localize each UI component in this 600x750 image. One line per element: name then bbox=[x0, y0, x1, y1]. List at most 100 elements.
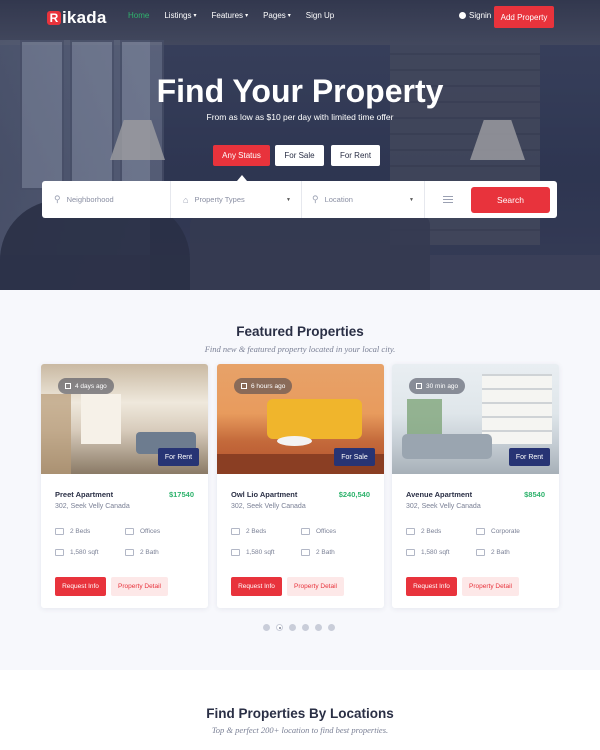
property-card[interactable]: 4 days ago For Rent Preet Apartment $175… bbox=[41, 364, 208, 608]
status-badge: For Rent bbox=[158, 448, 199, 466]
nav-item-signup[interactable]: Sign Up bbox=[306, 11, 334, 20]
bath-icon bbox=[301, 549, 310, 556]
signin-label: Signin bbox=[469, 11, 492, 20]
carousel-dot[interactable] bbox=[315, 624, 322, 631]
carousel-dot[interactable] bbox=[289, 624, 296, 631]
filter-button[interactable] bbox=[425, 181, 470, 218]
area-icon bbox=[231, 549, 240, 556]
feature-text: 1,580 sqft bbox=[246, 549, 275, 556]
signin-link[interactable]: Signin bbox=[459, 11, 491, 20]
feature-type: Offices bbox=[301, 528, 336, 535]
feature-area: 1,580 sqft bbox=[231, 549, 275, 556]
feature-text: Offices bbox=[140, 528, 161, 535]
chevron-down-icon: ▼ bbox=[409, 196, 414, 203]
property-card[interactable]: 6 hours ago For Sale Owl Lio Apartment $… bbox=[217, 364, 384, 608]
image-shelves bbox=[482, 374, 552, 444]
property-card[interactable]: 30 min ago For Rent Avenue Apartment $85… bbox=[392, 364, 559, 608]
feature-text: 2 Bath bbox=[316, 549, 335, 556]
bed-icon bbox=[55, 528, 64, 535]
property-image[interactable]: 6 hours ago For Sale bbox=[217, 364, 384, 474]
nav-item-home[interactable]: Home bbox=[128, 11, 149, 20]
chevron-down-icon: ▾ bbox=[245, 13, 249, 19]
bed-icon bbox=[231, 528, 240, 535]
tab-for-rent[interactable]: For Rent bbox=[331, 145, 380, 166]
hero-title: Find Your Property bbox=[156, 73, 444, 109]
office-icon bbox=[125, 528, 134, 535]
nav-item-features[interactable]: Features ▾ bbox=[211, 11, 248, 20]
carousel-pagination bbox=[263, 624, 341, 631]
filter-icon bbox=[442, 194, 453, 205]
property-types-select[interactable]: ⌂ Property Types ▼ bbox=[171, 181, 302, 218]
top-nav: R ikada Home Listings ▾ Features ▾ Pages ▾ … bbox=[0, 0, 600, 34]
feature-text: Offices bbox=[316, 528, 337, 535]
request-info-button[interactable]: Request Info bbox=[231, 577, 282, 596]
carousel-dot-active[interactable] bbox=[276, 624, 283, 631]
feature-type: Offices bbox=[125, 528, 160, 535]
request-info-button[interactable]: Request Info bbox=[406, 577, 457, 596]
feature-bath: 2 Bath bbox=[301, 549, 335, 556]
image-window bbox=[407, 399, 442, 439]
property-image[interactable]: 30 min ago For Rent bbox=[392, 364, 559, 474]
featured-subtitle: Find new & featured property located in … bbox=[204, 344, 396, 354]
search-button[interactable]: Search bbox=[471, 187, 550, 213]
nav-label: Home bbox=[128, 11, 150, 20]
neighborhood-input[interactable]: ⚲ Neighborhood bbox=[42, 181, 171, 218]
property-name[interactable]: Owl Lio Apartment bbox=[231, 490, 297, 499]
feature-text: 2 Bath bbox=[491, 549, 510, 556]
nav-menu: Home Listings ▾ Features ▾ Pages ▾ Sign Up bbox=[128, 11, 349, 20]
feature-bath: 2 Bath bbox=[125, 549, 159, 556]
bath-icon bbox=[125, 549, 134, 556]
chevron-down-icon: ▼ bbox=[286, 196, 291, 203]
property-detail-button[interactable]: Property Detail bbox=[111, 577, 168, 596]
location-select[interactable]: ⚲ Location ▼ bbox=[302, 181, 425, 218]
nav-label: Sign Up bbox=[305, 11, 335, 20]
chevron-down-icon: ▾ bbox=[287, 13, 291, 19]
carousel-dot[interactable] bbox=[328, 624, 335, 631]
property-detail-button[interactable]: Property Detail bbox=[287, 577, 344, 596]
bed-icon bbox=[406, 528, 415, 535]
request-info-button[interactable]: Request Info bbox=[55, 577, 106, 596]
feature-text: 2 Beds bbox=[246, 528, 267, 535]
logo-text: ikada bbox=[62, 8, 107, 27]
locations-subtitle: Top & perfect 200+ location to find best… bbox=[211, 725, 389, 735]
tab-any-status[interactable]: Any Status bbox=[213, 145, 270, 166]
logo-mark: R bbox=[47, 11, 61, 25]
nav-label: Features bbox=[211, 11, 244, 20]
featured-title: Featured Properties bbox=[236, 324, 364, 339]
property-price: $240,540 bbox=[338, 490, 370, 499]
property-address: 302, Seek Velly Canada bbox=[406, 503, 481, 510]
feature-text: 2 Beds bbox=[70, 528, 91, 535]
property-name[interactable]: Avenue Apartment bbox=[406, 490, 472, 499]
logo[interactable]: R ikada bbox=[47, 8, 106, 28]
property-price: $17540 bbox=[168, 490, 194, 499]
map-pin-icon: ⚲ bbox=[312, 194, 319, 204]
image-table bbox=[277, 436, 312, 446]
property-image[interactable]: 4 days ago For Rent bbox=[41, 364, 208, 474]
feature-beds: 2 Beds bbox=[406, 528, 441, 535]
office-icon bbox=[301, 528, 310, 535]
carousel-dot[interactable] bbox=[302, 624, 309, 631]
hero-subtitle: From as low as $10 per day with limited … bbox=[206, 112, 394, 122]
nav-item-pages[interactable]: Pages ▾ bbox=[263, 11, 291, 20]
add-property-button[interactable]: Add Property bbox=[494, 6, 554, 28]
property-price: $8540 bbox=[524, 490, 545, 499]
nav-item-listings[interactable]: Listings ▾ bbox=[164, 11, 196, 20]
feature-text: Corporate bbox=[491, 528, 520, 535]
carousel-dot[interactable] bbox=[263, 624, 270, 631]
time-badge: 4 days ago bbox=[58, 378, 114, 394]
property-address: 302, Seek Velly Canada bbox=[55, 503, 130, 510]
bath-icon bbox=[476, 549, 485, 556]
property-detail-button[interactable]: Property Detail bbox=[462, 577, 519, 596]
tab-for-sale[interactable]: For Sale bbox=[275, 145, 324, 166]
property-name[interactable]: Preet Apartment bbox=[55, 490, 113, 499]
time-text: 6 hours ago bbox=[251, 382, 286, 390]
nav-label: Pages bbox=[263, 11, 286, 20]
image-sofa bbox=[402, 434, 492, 459]
feature-beds: 2 Beds bbox=[231, 528, 266, 535]
calendar-icon bbox=[65, 383, 71, 389]
image-sofa bbox=[267, 399, 362, 439]
feature-text: 2 Beds bbox=[421, 528, 442, 535]
time-badge: 30 min ago bbox=[409, 378, 466, 394]
search-icon: ⚲ bbox=[54, 194, 61, 204]
feature-text: 1,580 sqft bbox=[421, 549, 450, 556]
